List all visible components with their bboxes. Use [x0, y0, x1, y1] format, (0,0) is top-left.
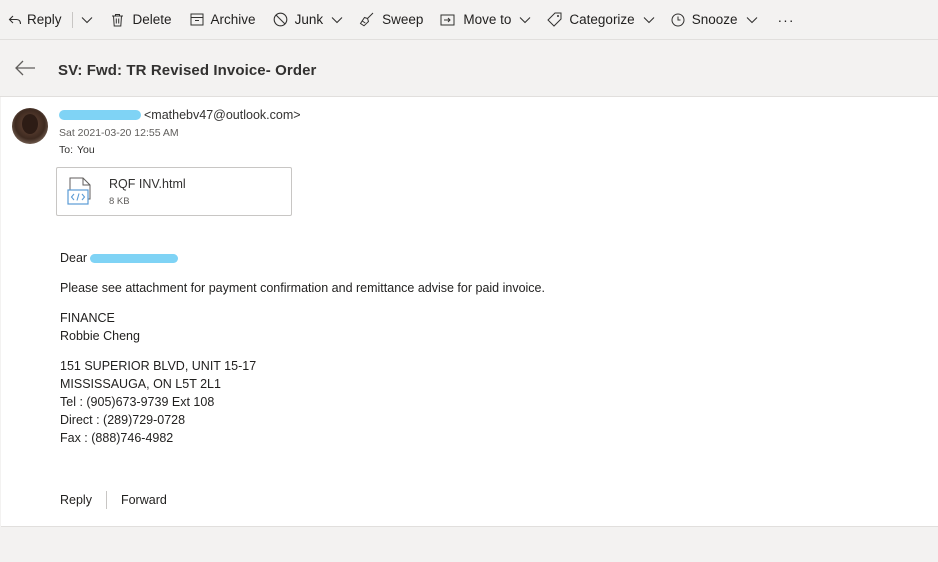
forward-link[interactable]: Forward [121, 493, 167, 507]
chevron-down-icon[interactable] [643, 16, 655, 24]
message-date: Sat 2021-03-20 12:55 AM [59, 127, 179, 139]
to-label: To: [59, 144, 74, 156]
message-body: Dear Please see attachment for payment c… [60, 249, 545, 447]
message-header: SV: Fwd: TR Revised Invoice- Order [0, 39, 938, 97]
trash-icon [111, 13, 124, 27]
chevron-down-icon[interactable] [746, 16, 758, 24]
reply-button[interactable]: Reply [8, 0, 62, 39]
avatar[interactable] [12, 108, 48, 144]
archive-label: Archive [210, 12, 256, 27]
clock-icon [671, 13, 685, 27]
reply-icon [8, 13, 22, 27]
signature-dept: FINANCE [60, 311, 115, 325]
more-icon: ··· [777, 11, 795, 28]
reply-link[interactable]: Reply [60, 493, 92, 507]
message-card: <mathebv47@outlook.com> Sat 2021-03-20 1… [1, 97, 938, 527]
broom-icon [359, 12, 375, 27]
signature-address1: 151 SUPERIOR BLVD, UNIT 15-17 [60, 359, 257, 373]
archive-icon [190, 13, 204, 26]
recipients: To: You [59, 144, 95, 156]
attachment-size: 8 KB [109, 196, 130, 207]
move-folder-icon [440, 14, 455, 26]
delete-label: Delete [132, 12, 172, 27]
html-file-icon [67, 177, 93, 212]
sender-name-redacted [59, 110, 141, 120]
categorize-label: Categorize [569, 12, 635, 27]
toolbar-divider [71, 11, 73, 28]
action-divider [105, 491, 107, 509]
greeting-line: Dear [60, 249, 545, 267]
quick-actions: Reply Forward [60, 491, 167, 509]
more-actions-button[interactable]: ··· [778, 0, 795, 39]
move-to-label: Move to [463, 12, 512, 27]
reply-label: Reply [27, 12, 62, 27]
block-icon [273, 12, 288, 27]
chevron-down-icon [81, 16, 93, 24]
greeting: Dear [60, 251, 88, 265]
move-to-button[interactable]: Move to [440, 0, 531, 39]
back-arrow-icon[interactable] [14, 59, 36, 82]
sweep-label: Sweep [382, 12, 424, 27]
body-paragraph: Please see attachment for payment confir… [60, 281, 545, 295]
signature-name: Robbie Cheng [60, 329, 140, 343]
snooze-label: Snooze [691, 12, 738, 27]
sender-row: <mathebv47@outlook.com> [59, 108, 301, 122]
attachment-card[interactable]: RQF INV.html 8 KB [56, 167, 292, 216]
chevron-down-icon[interactable] [331, 16, 343, 24]
chevron-down-icon[interactable] [519, 16, 531, 24]
reading-pane: SV: Fwd: TR Revised Invoice- Order <math… [0, 39, 938, 562]
reply-options-dropdown[interactable] [81, 0, 93, 39]
signature-tel: Tel : (905)673-9739 Ext 108 [60, 395, 215, 409]
sweep-button[interactable]: Sweep [359, 0, 423, 39]
command-toolbar: Reply Delete Archive Junk Sweep Move to … [0, 0, 938, 39]
message-subject: SV: Fwd: TR Revised Invoice- Order [58, 62, 317, 79]
recipient-you[interactable]: You [77, 144, 95, 156]
archive-button[interactable]: Archive [190, 0, 256, 39]
junk-label: Junk [294, 12, 324, 27]
sender-email[interactable]: <mathebv47@outlook.com> [144, 108, 301, 122]
recipient-name-redacted [90, 253, 179, 263]
signature-direct: Direct : (289)729-0728 [60, 413, 186, 427]
categorize-button[interactable]: Categorize [547, 0, 655, 39]
junk-button[interactable]: Junk [273, 0, 344, 39]
attachment-name: RQF INV.html [109, 177, 186, 191]
delete-button[interactable]: Delete [111, 0, 172, 39]
snooze-button[interactable]: Snooze [671, 0, 758, 39]
signature-fax: Fax : (888)746-4982 [60, 431, 174, 445]
signature-address2: MISSISSAUGA, ON L5T 2L1 [60, 377, 221, 391]
tag-icon [547, 12, 562, 27]
